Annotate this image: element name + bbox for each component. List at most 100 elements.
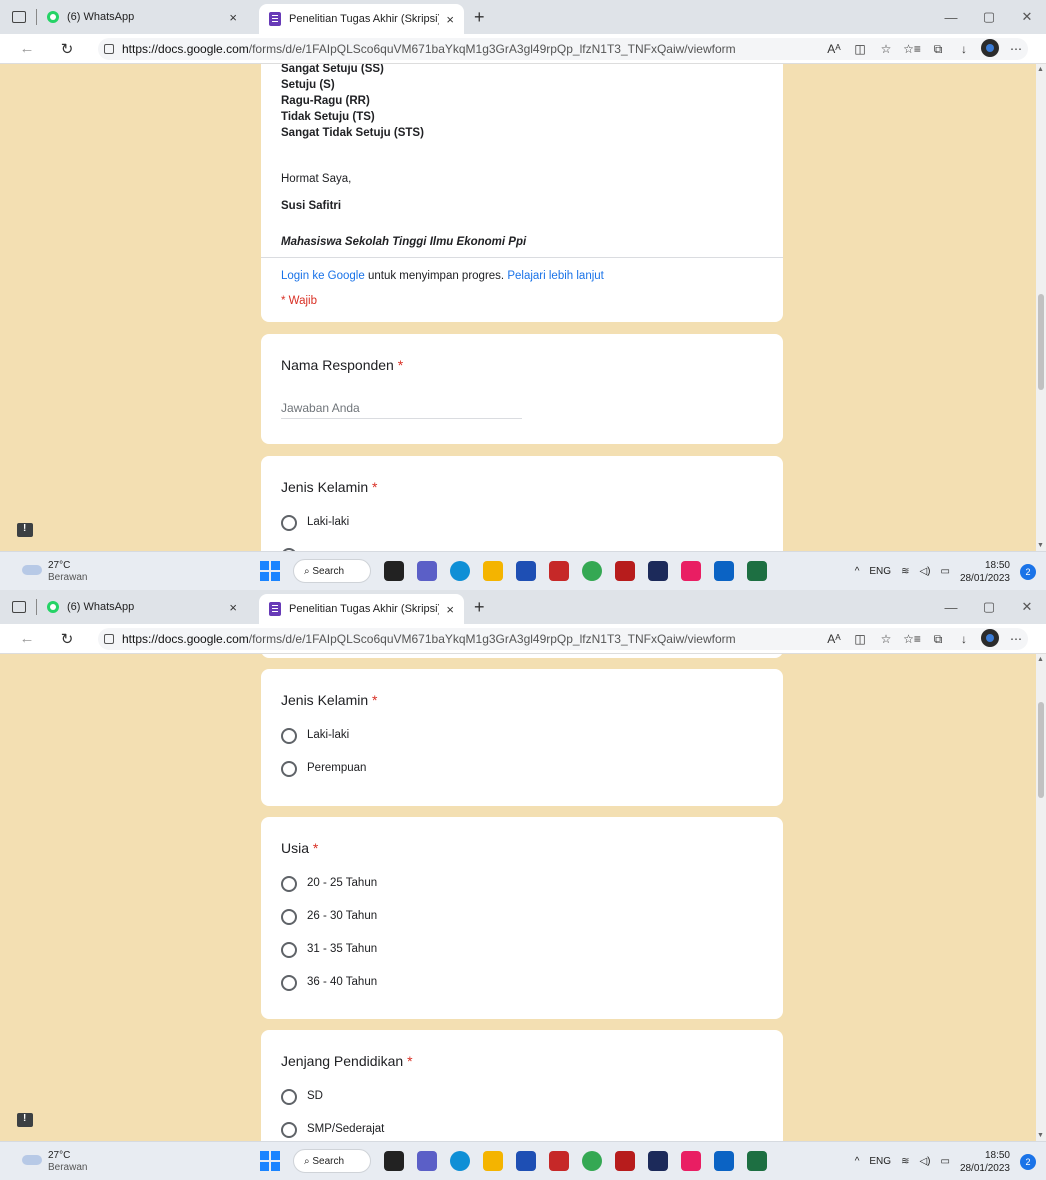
snipping-icon[interactable] [681,561,701,581]
windows-start-icon[interactable] [260,1151,280,1171]
radio-laki-laki[interactable] [281,728,297,744]
weather-temp[interactable]: 27°C [48,560,70,571]
more-menu-icon[interactable]: ⋯ [1004,42,1028,56]
more-menu-icon[interactable]: ⋯ [1004,632,1028,646]
battery-icon[interactable]: ▭ [940,1156,949,1167]
favorite-icon[interactable]: ☆ [874,42,898,56]
login-link[interactable]: Login ke Google [281,270,365,282]
immersive-reader-icon[interactable]: ◫ [848,632,872,646]
favorite-icon[interactable]: ☆ [874,632,898,646]
slash-app-icon[interactable] [648,1151,668,1171]
battery-icon[interactable]: ▭ [940,566,949,577]
radio-usia-31-35[interactable] [281,942,297,958]
windows-start-icon[interactable] [260,561,280,581]
spss-icon[interactable] [615,561,635,581]
tab-google-forms[interactable]: Penelitian Tugas Akhir (Skripsi) - × [259,594,464,624]
clock[interactable]: 18:50 28/01/2023 [960,1149,1010,1175]
back-icon[interactable]: ← [14,630,40,647]
url-field[interactable]: https://docs.google.com/forms/d/e/1FAIpQ… [98,628,1028,650]
scroll-thumb[interactable] [1038,294,1044,390]
favorites-list-icon[interactable]: ☆≡ [900,632,924,646]
close-tab-icon[interactable]: × [446,12,454,27]
store-icon[interactable] [516,1151,536,1171]
wifi-icon[interactable]: ≋ [901,566,909,577]
collections-icon[interactable]: ⧉ [926,42,950,57]
read-aloud-icon[interactable]: Aᴬ [822,42,846,56]
scroll-up-icon[interactable]: ▲ [1037,66,1044,73]
learn-more-link[interactable]: Pelajari lebih lanjut [507,270,604,282]
tab-actions-icon[interactable] [12,11,26,23]
back-icon[interactable]: ← [14,40,40,57]
photos-icon[interactable] [714,1151,734,1171]
page-scrollbar[interactable]: ▲ ▼ [1036,654,1046,1141]
site-info-icon[interactable] [104,634,114,644]
refresh-icon[interactable]: ↻ [54,630,80,648]
file-explorer-icon[interactable] [483,561,503,581]
task-view-icon[interactable] [384,561,404,581]
radio-smp[interactable] [281,1122,297,1138]
refresh-icon[interactable]: ↻ [54,40,80,58]
radio-sd[interactable] [281,1089,297,1105]
radio-usia-36-40[interactable] [281,975,297,991]
radio-usia-20-25[interactable] [281,876,297,892]
maximize-button[interactable]: ▢ [970,9,1008,25]
close-window-button[interactable]: ✕ [1008,9,1046,25]
new-tab-button[interactable]: + [474,7,485,28]
edge-icon[interactable] [450,561,470,581]
profile-avatar[interactable] [978,38,1002,60]
excel-icon[interactable] [747,561,767,581]
new-tab-button[interactable]: + [474,597,485,618]
feedback-icon[interactable] [17,523,33,537]
teams-chat-icon[interactable] [417,561,437,581]
scroll-thumb[interactable] [1038,702,1044,798]
teams-chat-icon[interactable] [417,1151,437,1171]
minimize-button[interactable]: — [932,600,970,615]
snipping-icon[interactable] [681,1151,701,1171]
tab-whatsapp[interactable]: (6) WhatsApp × [47,592,247,622]
tab-google-forms[interactable]: Penelitian Tugas Akhir (Skripsi) - × [259,4,464,34]
immersive-reader-icon[interactable]: ◫ [848,42,872,56]
downloads-icon[interactable]: ↓ [952,42,976,56]
downloads-icon[interactable]: ↓ [952,632,976,646]
mcafee-icon[interactable] [549,1151,569,1171]
store-icon[interactable] [516,561,536,581]
clock[interactable]: 18:50 28/01/2023 [960,559,1010,585]
notification-badge[interactable]: 2 [1020,563,1036,580]
weather-status[interactable]: Berawan [48,1162,87,1173]
cloud-icon[interactable] [22,565,42,575]
close-tab-icon[interactable]: × [446,602,454,617]
collections-icon[interactable]: ⧉ [926,632,950,647]
cloud-icon[interactable] [22,1155,42,1165]
chrome-icon[interactable] [582,561,602,581]
scroll-down-icon[interactable]: ▼ [1037,542,1044,549]
taskbar-search[interactable]: ⌕ Search [293,559,371,583]
tab-whatsapp[interactable]: (6) WhatsApp × [47,2,247,32]
tab-actions-icon[interactable] [12,601,26,613]
task-view-icon[interactable] [384,1151,404,1171]
chevron-up-icon[interactable]: ^ [855,1156,860,1167]
notification-badge[interactable]: 2 [1020,1153,1036,1170]
scroll-down-icon[interactable]: ▼ [1037,1132,1044,1139]
file-explorer-icon[interactable] [483,1151,503,1171]
volume-icon[interactable]: ◁) [919,1156,930,1167]
mcafee-icon[interactable] [549,561,569,581]
language-indicator[interactable]: ENG [869,566,891,577]
weather-temp[interactable]: 27°C [48,1150,70,1161]
chevron-up-icon[interactable]: ^ [855,566,860,577]
nama-input[interactable]: Jawaban Anda [281,401,360,415]
read-aloud-icon[interactable]: Aᴬ [822,632,846,646]
close-window-button[interactable]: ✕ [1008,599,1046,615]
excel-icon[interactable] [747,1151,767,1171]
slash-app-icon[interactable] [648,561,668,581]
minimize-button[interactable]: — [932,10,970,25]
close-tab-icon[interactable]: × [229,10,237,25]
taskbar-search[interactable]: ⌕ Search [293,1149,371,1173]
chrome-icon[interactable] [582,1151,602,1171]
page-scrollbar[interactable]: ▲ ▼ [1036,64,1046,551]
radio-perempuan[interactable] [281,761,297,777]
favorites-list-icon[interactable]: ☆≡ [900,42,924,56]
maximize-button[interactable]: ▢ [970,599,1008,615]
feedback-icon[interactable] [17,1113,33,1127]
scroll-up-icon[interactable]: ▲ [1037,656,1044,663]
edge-icon[interactable] [450,1151,470,1171]
